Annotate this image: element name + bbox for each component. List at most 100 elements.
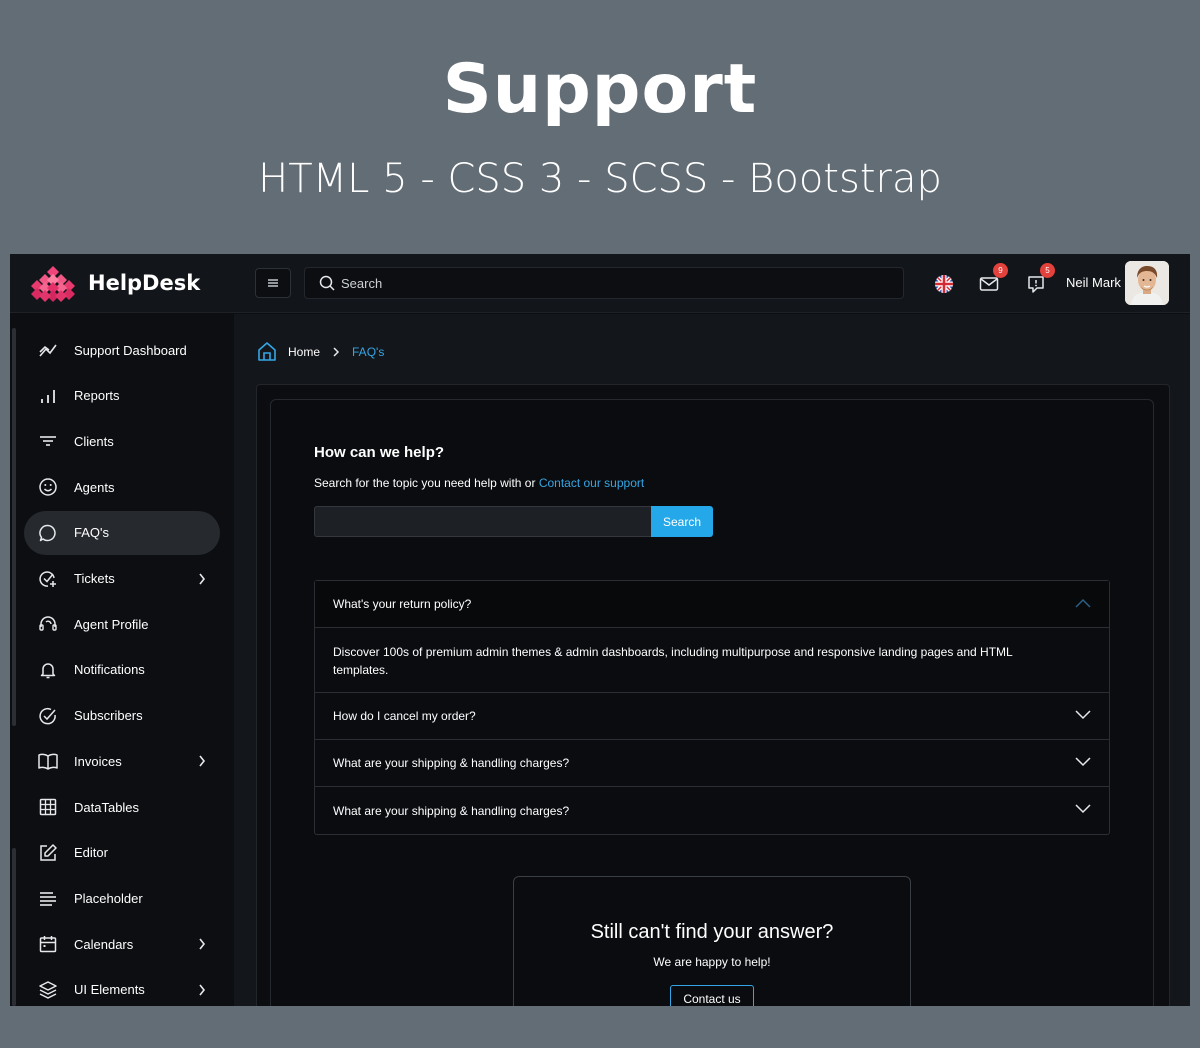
sidebar-item-support-dashboard[interactable]: Support Dashboard bbox=[24, 328, 220, 372]
sidebar-item-label: Subscribers bbox=[74, 708, 143, 724]
sidebar-item-label: Agents bbox=[74, 479, 115, 495]
chevron-right-icon bbox=[198, 572, 206, 590]
contact-title: Still can't find your answer? bbox=[590, 921, 834, 943]
bar-chart-icon bbox=[36, 384, 60, 408]
sidebar-item-agent-profile[interactable]: Agent Profile bbox=[24, 602, 220, 646]
global-search[interactable] bbox=[304, 267, 904, 299]
sidebar-item-subscribers[interactable]: Subscribers bbox=[24, 694, 220, 738]
faq-question[interactable]: What's your return policy? bbox=[315, 581, 1109, 628]
check-plus-icon bbox=[36, 567, 60, 591]
sidebar-item-label: UI Elements bbox=[74, 982, 145, 998]
topbar: HelpDesk 9 bbox=[10, 254, 1190, 313]
sidebar-item-label: Clients bbox=[74, 433, 114, 449]
chevron-right-icon bbox=[198, 754, 206, 772]
search-icon bbox=[319, 275, 335, 291]
sidebar-item-label: Placeholder bbox=[74, 890, 143, 906]
app-window: HelpDesk 9 bbox=[10, 254, 1190, 1006]
sidebar-item-label: Notifications bbox=[74, 662, 145, 678]
chevron-down-icon bbox=[1075, 709, 1091, 723]
sidebar: Support Dashboard Reports Clients Agents FAQ… bbox=[10, 314, 234, 1006]
chevron-down-icon bbox=[1075, 756, 1091, 770]
lines-icon bbox=[36, 886, 60, 910]
user-name[interactable]: Neil Mark bbox=[1066, 275, 1121, 290]
sidebar-item-label: Calendars bbox=[74, 936, 134, 952]
help-desc-text: Search for the topic you need help with … bbox=[314, 476, 539, 490]
menu-toggle-button[interactable] bbox=[255, 268, 291, 298]
sidebar-item-datatables[interactable]: DataTables bbox=[24, 785, 220, 829]
mail-icon bbox=[979, 277, 999, 291]
faq-question-text: What are your shipping & handling charge… bbox=[333, 803, 570, 818]
sidebar-item-notifications[interactable]: Notifications bbox=[24, 648, 220, 692]
chevron-up-icon bbox=[1075, 597, 1091, 611]
layers-icon bbox=[36, 978, 60, 1002]
language-flag-icon[interactable] bbox=[931, 271, 957, 297]
faq-question-text: What's your return policy? bbox=[333, 597, 472, 611]
help-description: Search for the topic you need help with … bbox=[314, 476, 644, 490]
sidebar-item-reports[interactable]: Reports bbox=[24, 374, 220, 418]
sidebar-item-label: FAQ's bbox=[74, 525, 109, 541]
book-icon bbox=[36, 749, 60, 773]
bell-icon bbox=[36, 658, 60, 682]
main-content: Home FAQ's How can we help? Search for t… bbox=[234, 314, 1190, 1006]
sidebar-item-label: Agent Profile bbox=[74, 616, 149, 632]
messages-badge: 5 bbox=[1040, 263, 1055, 278]
contact-subtitle: We are happy to help! bbox=[653, 955, 771, 969]
avatar[interactable] bbox=[1125, 261, 1169, 305]
help-search-input[interactable] bbox=[314, 506, 652, 537]
trend-icon bbox=[36, 338, 60, 362]
filter-icon bbox=[36, 429, 60, 453]
mail-badge: 9 bbox=[993, 263, 1008, 278]
sidebar-item-clients[interactable]: Clients bbox=[24, 419, 220, 463]
chat-bubble-icon bbox=[36, 521, 60, 545]
brand-name: HelpDesk bbox=[88, 271, 201, 295]
banner-subtitle: HTML 5 - CSS 3 - SCSS - Bootstrap bbox=[258, 156, 942, 202]
check-circle-icon bbox=[36, 704, 60, 728]
sidebar-scrollbar-lower[interactable] bbox=[12, 848, 16, 1006]
sidebar-item-label: Tickets bbox=[74, 571, 115, 586]
contact-card: Still can't find your answer? We are hap… bbox=[513, 876, 911, 1006]
help-title: How can we help? bbox=[314, 444, 445, 461]
mail-button[interactable]: 9 bbox=[976, 263, 1008, 297]
sidebar-item-label: Invoices bbox=[74, 753, 122, 769]
faq-accordion: What's your return policy? Discover 100s … bbox=[314, 580, 1110, 835]
edit-icon bbox=[36, 841, 60, 865]
faq-answer: Discover 100s of premium admin themes & … bbox=[315, 628, 1109, 693]
sidebar-item-calendars[interactable]: Calendars bbox=[24, 922, 220, 966]
chevron-down-icon bbox=[1075, 803, 1091, 817]
help-search-button[interactable]: Search bbox=[651, 506, 713, 537]
contact-support-link[interactable]: Contact our support bbox=[539, 476, 644, 490]
faq-question[interactable]: What are your shipping & handling charge… bbox=[315, 740, 1109, 787]
home-icon[interactable] bbox=[256, 341, 278, 363]
helpdesk-logo-icon bbox=[24, 264, 82, 302]
faq-question-text: How do I cancel my order? bbox=[333, 709, 476, 723]
calendar-icon bbox=[36, 932, 60, 956]
chevron-right-icon bbox=[333, 347, 340, 357]
sidebar-item-editor[interactable]: Editor bbox=[24, 831, 220, 875]
breadcrumb: Home FAQ's bbox=[256, 341, 384, 363]
sidebar-item-invoices[interactable]: Invoices bbox=[24, 739, 220, 783]
brand-logo[interactable]: HelpDesk bbox=[24, 264, 200, 302]
faq-question-text: What are your shipping & handling charge… bbox=[333, 756, 570, 770]
faq-question[interactable]: How do I cancel my order? bbox=[315, 693, 1109, 740]
faq-question[interactable]: What are your shipping & handling charge… bbox=[315, 787, 1109, 834]
breadcrumb-home[interactable]: Home bbox=[288, 345, 320, 359]
sidebar-item-faq-s[interactable]: FAQ's bbox=[24, 510, 220, 555]
sidebar-item-agents[interactable]: Agents bbox=[24, 465, 220, 509]
sidebar-item-ui-elements[interactable]: UI Elements bbox=[24, 968, 220, 1006]
search-input[interactable] bbox=[341, 275, 881, 291]
smiley-icon bbox=[36, 475, 60, 499]
sidebar-item-label: DataTables bbox=[74, 799, 140, 815]
contact-us-button[interactable]: Contact us bbox=[670, 985, 754, 1006]
sidebar-item-tickets[interactable]: Tickets bbox=[24, 557, 220, 601]
breadcrumb-current: FAQ's bbox=[352, 345, 385, 359]
sidebar-item-placeholder[interactable]: Placeholder bbox=[24, 876, 220, 920]
hamburger-icon bbox=[268, 279, 278, 287]
messages-button[interactable]: 5 bbox=[1023, 263, 1055, 297]
sidebar-scrollbar[interactable] bbox=[12, 328, 16, 726]
banner-title: Support bbox=[442, 50, 758, 129]
chevron-right-icon bbox=[198, 937, 206, 955]
grid-icon bbox=[36, 795, 60, 819]
sidebar-item-label: Reports bbox=[74, 388, 120, 404]
chevron-right-icon bbox=[198, 983, 206, 1001]
sidebar-item-label: Editor bbox=[74, 845, 108, 861]
